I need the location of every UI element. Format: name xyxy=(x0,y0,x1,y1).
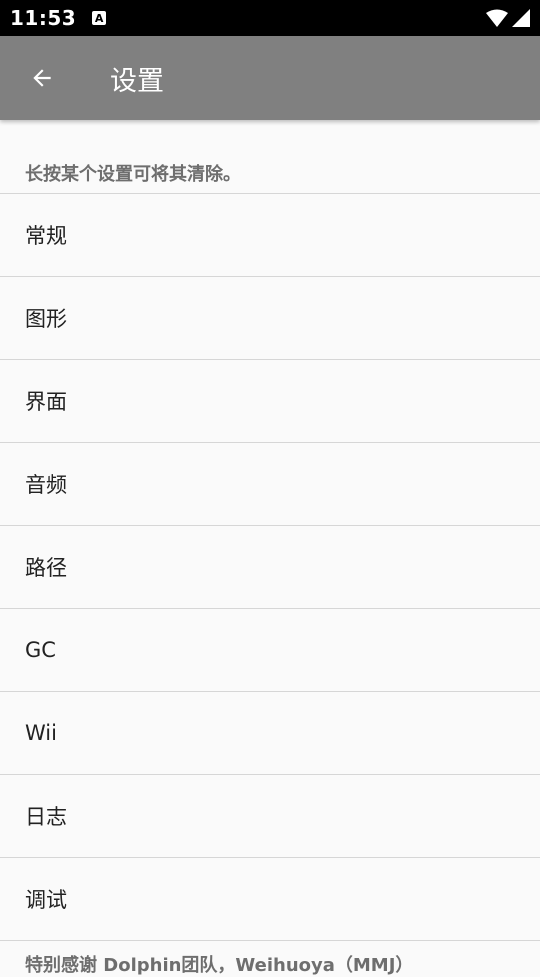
status-bar: 11:53 A xyxy=(0,0,540,36)
settings-item-interface[interactable]: 界面 xyxy=(0,360,540,443)
status-right xyxy=(486,9,530,27)
app-bar: 设置 xyxy=(0,36,540,120)
signal-icon xyxy=(512,9,530,27)
settings-item-log[interactable]: 日志 xyxy=(0,775,540,858)
status-time: 11:53 xyxy=(10,6,77,30)
back-button[interactable] xyxy=(0,36,84,120)
settings-item-wii[interactable]: Wii xyxy=(0,692,540,775)
settings-list: 常规 图形 界面 音频 路径 GC Wii 日志 调试 xyxy=(0,194,540,941)
wifi-icon xyxy=(486,9,508,27)
notification-icon-letter: A xyxy=(94,11,104,25)
arrow-back-icon xyxy=(33,69,51,87)
credits-text: 特别感谢 Dolphin团队，Weihuoya（MMJ） xyxy=(25,955,414,976)
page-title: 设置 xyxy=(110,65,164,97)
settings-item-graphics[interactable]: 图形 xyxy=(0,277,540,360)
settings-item-general[interactable]: 常规 xyxy=(0,194,540,277)
settings-item-paths[interactable]: 路径 xyxy=(0,526,540,609)
notification-icon: A xyxy=(92,11,107,25)
settings-item-debug[interactable]: 调试 xyxy=(0,858,540,941)
settings-item-gc[interactable]: GC xyxy=(0,609,540,692)
settings-item-audio[interactable]: 音频 xyxy=(0,443,540,526)
status-left: 11:53 A xyxy=(10,6,107,30)
hint-text: 长按某个设置可将其清除。 xyxy=(0,120,540,194)
